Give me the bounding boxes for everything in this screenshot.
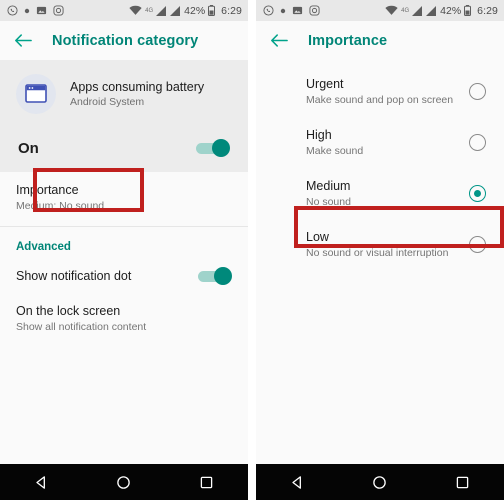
back-triangle-icon[interactable] <box>23 464 59 500</box>
battery-percent-label: 42% <box>184 4 206 17</box>
photo-icon <box>292 6 303 15</box>
notification-dot-row[interactable]: Show notification dot <box>0 261 248 293</box>
status-notification-icons <box>7 5 64 16</box>
arrow-back-icon[interactable] <box>12 30 34 52</box>
signal-bars-icon <box>170 5 181 16</box>
app-header-section: Apps consuming battery Android System On <box>0 60 248 172</box>
wifi-icon <box>385 5 398 15</box>
option-row-medium[interactable]: Medium No sound <box>256 168 504 219</box>
lock-screen-title: On the lock screen <box>16 304 121 318</box>
instagram-icon <box>53 5 64 16</box>
switch-thumb <box>212 139 230 157</box>
option-row-urgent[interactable]: Urgent Make sound and pop on screen <box>256 66 504 117</box>
radio-button-high[interactable] <box>469 134 486 151</box>
notification-dot-label: Show notification dot <box>16 269 132 283</box>
radio-button-low[interactable] <box>469 236 486 253</box>
page-title: Importance <box>308 32 388 49</box>
option-subtitle: Make sound and pop on screen <box>306 94 454 106</box>
status-system-icons: 4G 42% 6:29 <box>385 5 498 17</box>
app-identity-texts: Apps consuming battery Android System <box>70 80 204 108</box>
network-type-label: 4G <box>401 7 410 14</box>
battery-percent-label: 42% <box>440 4 462 17</box>
importance-options-list: Urgent Make sound and pop on screen High… <box>256 60 504 464</box>
option-subtitle: Make sound <box>306 145 364 157</box>
dot-icon <box>24 8 30 13</box>
radio-button-urgent[interactable] <box>469 83 486 100</box>
recents-square-icon[interactable] <box>189 464 225 500</box>
importance-list-item[interactable]: Importance Medium: No sound <box>0 172 248 222</box>
option-row-high[interactable]: High Make sound <box>256 117 504 168</box>
whatsapp-icon <box>7 5 18 16</box>
status-notification-icons <box>263 5 320 16</box>
option-title: High <box>306 128 332 142</box>
radio-button-medium[interactable] <box>469 185 486 202</box>
signal-bars-icon <box>412 5 423 16</box>
master-toggle-row[interactable]: On <box>16 124 232 172</box>
option-row-low[interactable]: Low No sound or visual interruption <box>256 219 504 270</box>
arrow-back-icon[interactable] <box>268 30 290 52</box>
photo-icon <box>36 6 47 15</box>
dual-screenshot-container: 4G 42% 6:29 Notification category Apps c… <box>0 0 504 500</box>
app-package-label: Android System <box>70 96 145 108</box>
option-title: Urgent <box>306 77 344 91</box>
option-texts: High Make sound <box>306 128 469 157</box>
whatsapp-icon <box>263 5 274 16</box>
settings-list-left: Importance Medium: No sound Advanced Sho… <box>0 172 248 464</box>
option-title: Low <box>306 230 329 244</box>
recents-square-icon[interactable] <box>445 464 481 500</box>
right-phone-screen: 4G 42% 6:29 Importance Urgent Make sound… <box>256 0 504 500</box>
option-texts: Urgent Make sound and pop on screen <box>306 77 469 106</box>
switch-thumb <box>214 267 232 285</box>
app-bar-left: Notification category <box>0 21 248 60</box>
battery-icon <box>464 5 472 16</box>
nav-bar-right <box>256 464 504 500</box>
back-triangle-icon[interactable] <box>279 464 315 500</box>
lock-screen-subtitle: Show all notification content <box>16 321 147 333</box>
network-type-label: 4G <box>145 7 154 14</box>
instagram-icon <box>309 5 320 16</box>
option-texts: Medium No sound <box>306 179 469 208</box>
app-name-label: Apps consuming battery <box>70 80 205 94</box>
status-bar-left: 4G 42% 6:29 <box>0 0 248 21</box>
status-system-icons: 4G 42% 6:29 <box>129 5 242 17</box>
master-toggle-switch[interactable] <box>196 139 230 157</box>
option-subtitle: No sound <box>306 196 351 208</box>
clock-label: 6:29 <box>221 4 242 17</box>
option-subtitle: No sound or visual interruption <box>306 247 449 259</box>
nav-bar-left <box>0 464 248 500</box>
app-identity-row: Apps consuming battery Android System <box>16 74 232 114</box>
android-system-app-icon <box>16 74 56 114</box>
importance-subtitle: Medium: No sound <box>16 200 105 212</box>
wifi-icon <box>129 5 142 15</box>
left-phone-screen: 4G 42% 6:29 Notification category Apps c… <box>0 0 248 500</box>
home-circle-icon[interactable] <box>362 464 398 500</box>
page-title: Notification category <box>52 32 199 49</box>
option-texts: Low No sound or visual interruption <box>306 230 469 259</box>
battery-icon <box>208 5 216 16</box>
importance-title: Importance <box>16 183 79 197</box>
option-title: Medium <box>306 179 351 193</box>
home-circle-icon[interactable] <box>106 464 142 500</box>
notification-dot-switch[interactable] <box>198 267 232 285</box>
app-bar-right: Importance <box>256 21 504 60</box>
clock-label: 6:29 <box>477 4 498 17</box>
dot-icon <box>280 8 286 13</box>
lock-screen-list-item[interactable]: On the lock screen Show all notification… <box>0 293 248 343</box>
signal-bars-icon <box>156 5 167 16</box>
master-toggle-label: On <box>18 139 39 157</box>
status-bar-right: 4G 42% 6:29 <box>256 0 504 21</box>
advanced-section-header[interactable]: Advanced <box>0 227 248 261</box>
signal-bars-icon <box>426 5 437 16</box>
